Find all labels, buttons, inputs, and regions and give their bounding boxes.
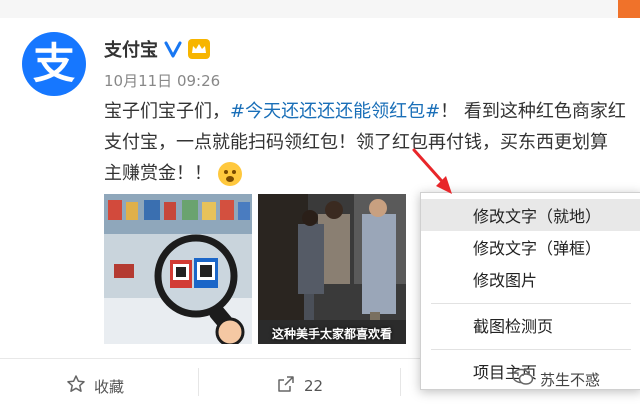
- post-image-1[interactable]: [104, 194, 252, 344]
- author-name[interactable]: 支付宝: [104, 36, 158, 62]
- favorite-label: 收藏: [94, 377, 125, 396]
- post-text-line-2: 支付宝，一点就能扫码领红包！领了红包再付钱，买东西更划算: [104, 132, 608, 153]
- watermark-text: 苏生不惑: [540, 370, 601, 389]
- menu-separator: [431, 303, 631, 304]
- post-text-line-3: 主赚赏金！！: [104, 158, 640, 189]
- top-accent: [618, 0, 640, 18]
- image-caption: 这种美手太家都喜欢看: [271, 327, 392, 341]
- menu-item-edit-image[interactable]: 修改图片: [421, 263, 640, 295]
- author-row: 支付宝: [104, 36, 210, 62]
- top-strip: [0, 0, 640, 18]
- store-counter-illustration: [104, 194, 252, 344]
- crown-badge-icon: [188, 39, 210, 59]
- share-count: 22: [304, 377, 324, 395]
- street-scene-illustration: [258, 194, 406, 344]
- text-segment: ！ 看到这种红色商家红: [440, 101, 626, 122]
- grinning-emoji-icon: [218, 162, 242, 186]
- post-timestamp[interactable]: 10月11日 09:26: [104, 70, 220, 91]
- menu-item-edit-text-dialog[interactable]: 修改文字（弹框）: [421, 231, 640, 263]
- action-separator: [198, 368, 199, 396]
- post-text: 宝子们宝子们，#今天还还还还能领红包#！ 看到这种红色商家红 支付宝，一点就能扫…: [104, 96, 640, 189]
- share-icon: [276, 374, 296, 398]
- post-text-line-1: 宝子们宝子们，#今天还还还还能领红包#！ 看到这种红色商家红: [104, 96, 640, 127]
- menu-separator: [431, 349, 631, 350]
- context-menu: 修改文字（就地） 修改文字（弹框） 修改图片 截图检测页 项目主页: [420, 192, 640, 390]
- wechat-icon: [512, 367, 534, 391]
- text-segment: 主赚赏金！！: [104, 163, 212, 184]
- favorite-button[interactable]: 收藏: [66, 374, 124, 398]
- text-segment: 宝子们宝子们，: [104, 101, 230, 122]
- watermark: 苏生不惑: [512, 367, 600, 391]
- hashtag-link[interactable]: #今天还还还还能领红包#: [230, 101, 440, 122]
- avatar[interactable]: 支: [22, 32, 86, 96]
- verified-icon: [164, 40, 182, 58]
- post-image-2[interactable]: 这种美手太家都喜欢看: [258, 194, 406, 344]
- avatar-logo-letter: 支: [32, 39, 75, 88]
- share-button[interactable]: 22: [276, 374, 323, 398]
- menu-item-edit-text-inline[interactable]: 修改文字（就地）: [421, 199, 640, 231]
- action-separator: [400, 368, 401, 396]
- menu-item-screenshot-check[interactable]: 截图检测页: [421, 309, 640, 341]
- star-icon: [66, 374, 86, 398]
